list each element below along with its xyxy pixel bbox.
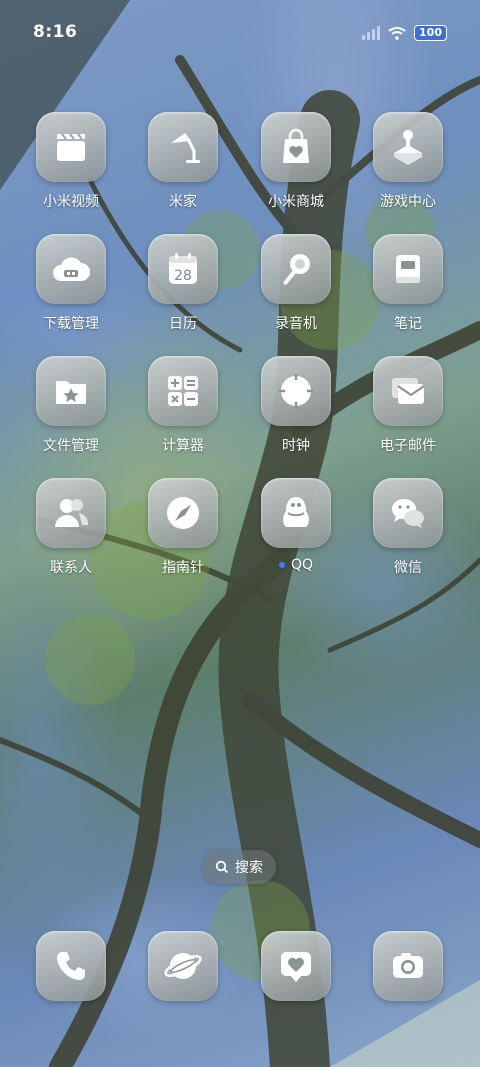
- dock-camera[interactable]: [358, 931, 458, 1001]
- clock-icon: [279, 374, 313, 408]
- app-calculator[interactable]: 计算器: [133, 356, 233, 455]
- app-clock[interactable]: 时钟: [246, 356, 346, 455]
- app-label: 日历: [169, 316, 197, 332]
- clapperboard-icon: [57, 133, 85, 161]
- app-compass[interactable]: 指南针: [133, 478, 233, 577]
- app-recorder[interactable]: 录音机: [246, 234, 346, 333]
- calendar-day: 28: [174, 268, 192, 284]
- app-label: 下载管理: [43, 316, 99, 332]
- app-xiaomi-store[interactable]: 小米商城: [246, 112, 346, 211]
- compass-icon: [167, 497, 199, 529]
- notification-dot: [278, 562, 285, 568]
- wifi-icon: [388, 27, 406, 40]
- search-label: 搜索: [235, 860, 263, 876]
- app-label: 计算器: [162, 438, 204, 454]
- app-notes[interactable]: 笔记: [358, 234, 458, 333]
- folder-star-icon: [56, 381, 86, 404]
- app-label: 文件管理: [43, 438, 99, 454]
- app-mijia[interactable]: 米家: [133, 112, 233, 211]
- app-label: 时钟: [282, 438, 310, 454]
- app-qq[interactable]: QQ: [246, 478, 346, 573]
- cloud-download-icon: [53, 257, 90, 281]
- heart-message-icon: [281, 952, 311, 982]
- app-label: 指南针: [162, 560, 204, 576]
- app-label: 录音机: [275, 316, 317, 332]
- app-contacts[interactable]: 联系人: [21, 478, 121, 577]
- status-icons: 100: [362, 25, 447, 41]
- signal-icon: [362, 26, 381, 40]
- calendar-icon: 28: [169, 253, 197, 284]
- app-label: 游戏中心: [380, 194, 436, 210]
- app-file-manager[interactable]: 文件管理: [21, 356, 121, 455]
- app-calendar[interactable]: 28 日历: [133, 234, 233, 333]
- battery-indicator: 100: [414, 25, 447, 41]
- app-xiaomi-video[interactable]: 小米视频: [21, 112, 121, 211]
- dock-browser[interactable]: [133, 931, 233, 1001]
- app-label: 笔记: [394, 316, 422, 332]
- joystick-icon: [394, 130, 422, 165]
- envelope-icon: [392, 378, 425, 404]
- search-icon: [215, 860, 229, 874]
- app-label: 小米视频: [43, 194, 99, 210]
- chat-bubbles-icon: [392, 499, 424, 528]
- app-label: 小米商城: [268, 194, 324, 210]
- app-label: 联系人: [50, 560, 92, 576]
- app-label: QQ: [246, 557, 346, 573]
- app-label: 微信: [394, 560, 422, 576]
- shopping-bag-heart-icon: [283, 128, 309, 163]
- camera-icon: [393, 953, 423, 978]
- app-wechat[interactable]: 微信: [358, 478, 458, 577]
- status-bar: 8:16 100: [0, 0, 480, 68]
- app-game-center[interactable]: 游戏中心: [358, 112, 458, 211]
- app-label: 米家: [169, 194, 197, 210]
- dock-phone[interactable]: [21, 931, 121, 1001]
- desk-lamp-icon: [171, 133, 200, 163]
- calculator-icon: [168, 376, 198, 406]
- phone-icon: [57, 952, 85, 980]
- microphone-icon: [283, 254, 310, 285]
- dock: [0, 931, 480, 1003]
- app-download-manager[interactable]: 下载管理: [21, 234, 121, 333]
- app-label: 电子邮件: [380, 438, 436, 454]
- browser-planet-icon: [164, 953, 202, 979]
- status-time: 8:16: [33, 22, 78, 42]
- notebook-icon: [396, 255, 420, 283]
- contacts-icon: [55, 499, 89, 527]
- app-email[interactable]: 电子邮件: [358, 356, 458, 455]
- search-button[interactable]: 搜索: [202, 850, 276, 884]
- penguin-icon: [283, 497, 309, 527]
- dock-messages[interactable]: [246, 931, 346, 1001]
